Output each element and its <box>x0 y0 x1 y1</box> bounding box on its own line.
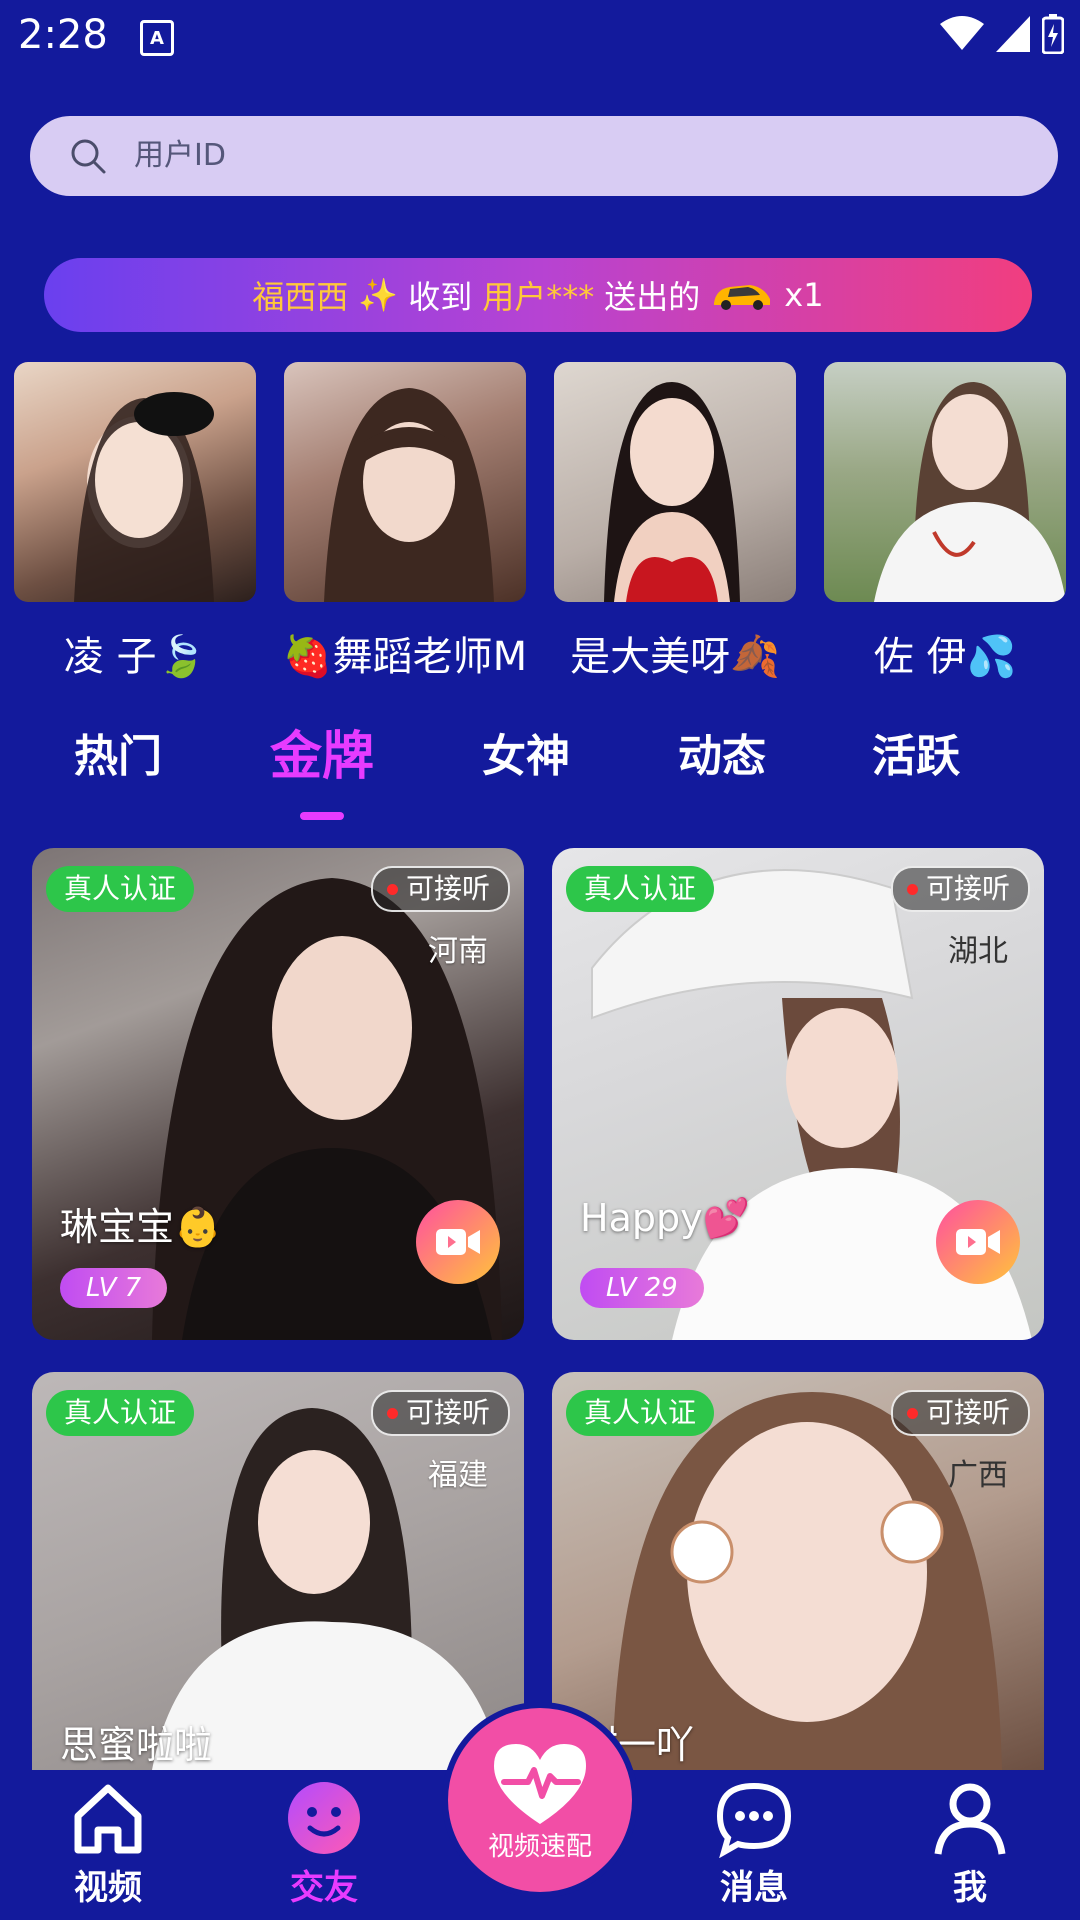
tab-active[interactable]: 活跃 <box>872 720 960 784</box>
tab-hot[interactable]: 热门 <box>74 720 162 784</box>
tab-gold[interactable]: 金牌 <box>270 714 374 789</box>
featured-user[interactable]: 是大美呀🍂 <box>554 362 796 680</box>
status-text: 可接听 <box>925 872 1010 905</box>
featured-name: 是大美呀🍂 <box>570 634 780 680</box>
featured-user[interactable]: 凌 子🍃 <box>14 362 256 680</box>
tab-moments[interactable]: 动态 <box>678 720 766 784</box>
status-text: 可接听 <box>925 1396 1010 1429</box>
search-icon <box>71 139 106 174</box>
region-label: 福建 <box>428 1458 488 1493</box>
verified-badge: 真人认证 <box>566 866 715 912</box>
featured-user[interactable]: 🍓舞蹈老师M <box>283 362 527 680</box>
status-badge: 可接听 <box>890 1390 1030 1436</box>
verified-badge: 真人认证 <box>46 1390 195 1436</box>
nickname: Happy💕 <box>580 1196 750 1240</box>
profile-card[interactable]: 真人认证 可接听 湖北 Happy💕 LV 29 <box>552 848 1044 1340</box>
sparkle-icon: ✨ <box>358 276 399 314</box>
video-camera-icon <box>956 1229 1000 1255</box>
video-match-button[interactable]: 视频速配 <box>448 1708 632 1892</box>
gift-received-text: 收到 <box>408 278 473 316</box>
online-dot-icon <box>906 1407 918 1419</box>
battery-icon <box>1042 14 1064 54</box>
nav-video[interactable]: 视频 <box>38 1770 178 1909</box>
video-camera-icon <box>436 1229 480 1255</box>
avatar[interactable] <box>824 362 1066 602</box>
level-badge: LV 7 <box>60 1268 168 1308</box>
video-call-button[interactable] <box>936 1200 1020 1284</box>
status-text: 可接听 <box>405 1396 490 1429</box>
tab-goddess[interactable]: 女神 <box>482 720 570 784</box>
nav-friends[interactable]: 交友 <box>254 1770 394 1909</box>
avatar[interactable] <box>284 362 526 602</box>
nickname: 思蜜啦啦 <box>60 1723 213 1767</box>
featured-name: 🍓舞蹈老师M <box>282 634 528 680</box>
category-tabs: 热门 金牌 女神 动态 活跃 <box>0 720 1080 820</box>
avatar[interactable] <box>14 362 256 602</box>
nav-label: 视频 <box>74 1868 142 1908</box>
verified-badge: 真人认证 <box>566 1390 715 1436</box>
active-tab-indicator <box>300 812 344 820</box>
featured-user[interactable]: 佐 伊💦 <box>824 362 1066 680</box>
status-time: 2:28 <box>18 12 108 58</box>
user-icon <box>934 1783 1006 1855</box>
search-input[interactable]: 用户ID <box>134 136 226 176</box>
gift-banner[interactable]: 福西西 ✨ 收到 用户*** 送出的 x1 <box>44 258 1032 332</box>
region-label: 广西 <box>948 1458 1008 1493</box>
online-dot-icon <box>906 883 918 895</box>
gift-from-user: 用户*** <box>482 278 595 316</box>
featured-name: 佐 伊💦 <box>873 634 1017 680</box>
status-text: 可接听 <box>405 872 490 905</box>
profile-card[interactable]: 真人认证 可接听 河南 琳宝宝👶 LV 7 <box>32 848 524 1340</box>
status-bar: 2:28 A <box>0 0 1080 76</box>
gift-sent-text: 送出的 <box>604 278 701 316</box>
status-badge: 可接听 <box>370 866 510 912</box>
nav-label: 我 <box>953 1868 987 1908</box>
home-icon <box>74 1784 142 1854</box>
sports-car-icon <box>714 285 771 310</box>
chat-bubble-icon <box>716 1782 792 1859</box>
status-indicators <box>940 12 1064 56</box>
profile-card[interactable]: 真人认证 可接听 福建 思蜜啦啦 <box>32 1372 524 1770</box>
status-badge: 可接听 <box>370 1390 510 1436</box>
wifi-icon <box>940 16 984 50</box>
nav-me[interactable]: 我 <box>900 1770 1040 1909</box>
featured-users: 凌 子🍃 🍓舞蹈老师M 是大美呀🍂 佐 伊💦 <box>14 362 1080 692</box>
verified-badge: 真人认证 <box>46 866 195 912</box>
region-label: 湖北 <box>948 934 1008 969</box>
smiley-icon <box>288 1782 360 1854</box>
nav-label: 交友 <box>290 1868 358 1908</box>
nav-messages[interactable]: 消息 <box>684 1770 824 1909</box>
online-dot-icon <box>386 883 398 895</box>
avatar[interactable] <box>554 362 796 602</box>
nickname: 琳宝宝👶 <box>60 1205 222 1249</box>
video-call-button[interactable] <box>416 1200 500 1284</box>
featured-name: 凌 子🍃 <box>63 634 207 680</box>
region-label: 河南 <box>428 934 488 969</box>
gift-multiplier: x1 <box>784 276 824 314</box>
nav-label: 消息 <box>720 1868 788 1908</box>
notification-icon: A <box>140 20 174 56</box>
signal-icon <box>996 16 1030 52</box>
video-match-label: 视频速配 <box>487 1832 592 1862</box>
online-dot-icon <box>386 1407 398 1419</box>
gift-sender: 福西西 <box>252 278 349 316</box>
profile-card[interactable]: 真人认证 可接听 广西 甜一吖 <box>552 1372 1044 1770</box>
status-badge: 可接听 <box>890 866 1030 912</box>
heartbeat-icon <box>494 1744 586 1824</box>
level-badge: LV 29 <box>580 1268 704 1308</box>
search-bar[interactable]: 用户ID <box>30 116 1058 196</box>
